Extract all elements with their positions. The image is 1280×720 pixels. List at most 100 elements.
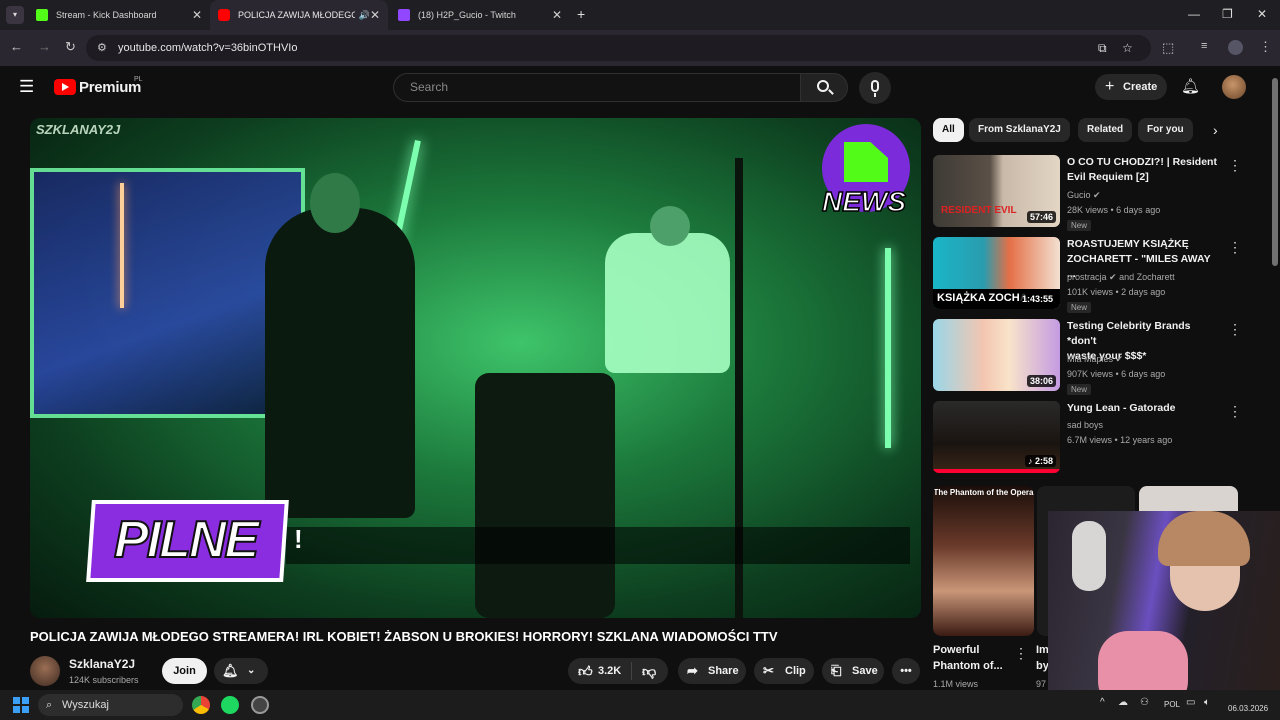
banner-label-text: PILNE [113,510,260,570]
voice-search-button[interactable] [859,72,891,104]
watch-progress-bar [933,469,1060,473]
tab-youtube[interactable]: POLICJA ZAWIJA MŁODEGO S 🔊 ✕ [210,0,388,30]
account-avatar[interactable] [1222,75,1246,99]
youtube-logo-icon[interactable] [54,79,76,95]
browser-menu-icon[interactable]: ⋮ [1259,39,1272,55]
video-thumbnail[interactable]: 38:06 [933,319,1060,391]
more-options-icon[interactable]: ⋮ [1228,321,1242,338]
chip-from-channel[interactable]: From SzklanaY2J [969,118,1070,142]
notifications-bell-icon[interactable]: 🔔︎ [1181,77,1200,95]
video-meta: 6.7M views • 12 years ago [1067,435,1173,445]
video-player[interactable]: SZKLANAY2J NEWS PILNE ! [30,118,921,618]
app-icon[interactable] [251,696,269,714]
cast-icon[interactable]: ⧉ [1098,35,1107,61]
like-count[interactable]: 3.2K [598,658,621,684]
tray-app-icon[interactable]: ☁ [1118,697,1128,708]
video-title[interactable]: Yung Lean - Gatorade [1067,401,1217,416]
more-actions-button[interactable]: ••• [892,658,920,684]
person-hair [1158,511,1250,566]
video-thumbnail[interactable]: ♪ 2:58 [933,401,1060,473]
close-tab-icon[interactable]: ✕ [370,8,380,22]
short-title[interactable]: Powerful Phantom of... [933,642,1003,674]
create-button[interactable]: + Create [1095,74,1167,100]
clip-button[interactable]: ✂ Clip [754,658,814,684]
subscribe-notification-button[interactable]: 🔔︎ ⌄ [214,658,268,684]
save-label: Save [852,665,878,677]
chrome-icon[interactable] [192,696,210,714]
audio-playing-icon[interactable]: 🔊 [359,10,370,21]
share-button[interactable]: ➦ Share [678,658,746,684]
chip-for-you[interactable]: For you [1138,118,1193,142]
youtube-favicon-icon [218,9,230,21]
like-icon[interactable]: 👍︎ [578,658,593,684]
url-field[interactable]: ⚙ youtube.com/watch?v=36binOTHVIo ⧉ ☆ [86,35,1151,61]
input-language[interactable]: POL [1164,700,1180,709]
new-tab-button[interactable]: + [577,6,585,22]
short-thumbnail[interactable]: The Phantom of the Opera [933,486,1034,636]
forward-icon[interactable]: → [38,39,51,54]
taskbar-date[interactable]: 06.03.2026 [1228,704,1268,713]
verified-badge-icon: ✔ [1115,354,1124,364]
tray-app-icon[interactable]: ⚇ [1140,697,1149,708]
search-input[interactable]: Search [393,73,800,102]
taskbar-search-input[interactable]: ⌕ Wyszukaj [38,694,183,716]
new-badge: New [1067,220,1092,231]
more-options-icon[interactable]: ⋮ [1228,157,1242,174]
site-info-icon[interactable]: ⚙ [97,35,107,61]
share-icon: ➦ [687,663,698,678]
channel-name[interactable]: prostracja ✔ and Zocharett [1067,272,1175,283]
page-scrollbar[interactable] [1272,78,1278,266]
channel-name[interactable]: Gucio ✔ [1067,190,1101,201]
youtube-premium-logo-text[interactable]: Premium [79,79,141,96]
neon-light [885,248,891,448]
tab-twitch[interactable]: (18) H2P_Gucio - Twitch ✕ [390,0,570,30]
save-button[interactable]: ⎗ Save [822,658,884,684]
join-button[interactable]: Join [162,658,207,684]
share-label: Share [708,665,739,677]
bookmark-icon: ⎗ [831,663,842,678]
video-thumbnail[interactable]: RESIDENT EVIL 57:46 [933,155,1060,227]
tab-kick[interactable]: Stream - Kick Dashboard ✕ [28,0,210,30]
video-duration: 1:43:55 [1018,293,1056,305]
short-title[interactable]: Im by [1036,642,1049,674]
search-button[interactable] [800,73,848,102]
tab-search-icon[interactable]: ▾ [6,6,24,24]
more-options-icon[interactable]: ⋮ [1228,239,1242,256]
hamburger-menu-icon[interactable]: ☰ [19,78,34,96]
spotify-icon[interactable] [221,696,239,714]
window-close-icon[interactable]: ✕ [1257,7,1267,21]
maximize-icon[interactable]: ❐ [1222,7,1233,21]
news-badge: NEWS [821,185,907,218]
reload-icon[interactable]: ↻ [65,39,76,55]
short-thumbnail[interactable] [1139,486,1238,512]
more-options-icon[interactable]: ⋮ [1014,645,1028,662]
more-dots-icon: ••• [900,665,912,677]
video-duration: 57:46 [1026,211,1056,223]
clip-label: Clip [785,665,806,677]
extensions-icon[interactable]: ⬚ [1162,40,1174,56]
video-thumbnail[interactable]: KSIĄŻKA ZOCHA 1:43:55 [933,237,1060,309]
video-title[interactable]: O CO TU CHODZI?! | Resident Evil Requiem … [1067,155,1217,185]
minimize-icon[interactable]: — [1188,7,1200,21]
chip-related[interactable]: Related [1078,118,1133,142]
channel-name[interactable]: Mia Maples ✔ [1067,354,1123,365]
chevron-right-icon[interactable]: › [1213,122,1218,138]
media-controls-icon[interactable]: ≡ [1201,40,1207,52]
channel-avatar[interactable] [30,656,60,686]
volume-icon[interactable]: 🔈︎ [1204,697,1210,708]
person-head [650,206,690,246]
more-options-icon[interactable]: ⋮ [1228,403,1242,420]
windows-start-icon[interactable] [13,697,29,713]
channel-name[interactable]: sad boys [1067,420,1103,430]
dislike-icon[interactable]: 👎︎ [642,658,656,684]
bookmark-star-icon[interactable]: ☆ [1122,35,1133,61]
close-tab-icon[interactable]: ✕ [192,8,202,22]
back-icon[interactable]: ← [10,39,23,54]
channel-name[interactable]: SzklanaY2J [69,657,135,671]
close-tab-icon[interactable]: ✕ [552,8,562,22]
tray-chevron-icon[interactable]: ^ [1100,697,1105,708]
person-head [310,173,360,233]
network-icon[interactable]: ▭ [1186,697,1195,708]
chip-all[interactable]: All [933,118,964,142]
profile-avatar[interactable] [1228,40,1243,55]
